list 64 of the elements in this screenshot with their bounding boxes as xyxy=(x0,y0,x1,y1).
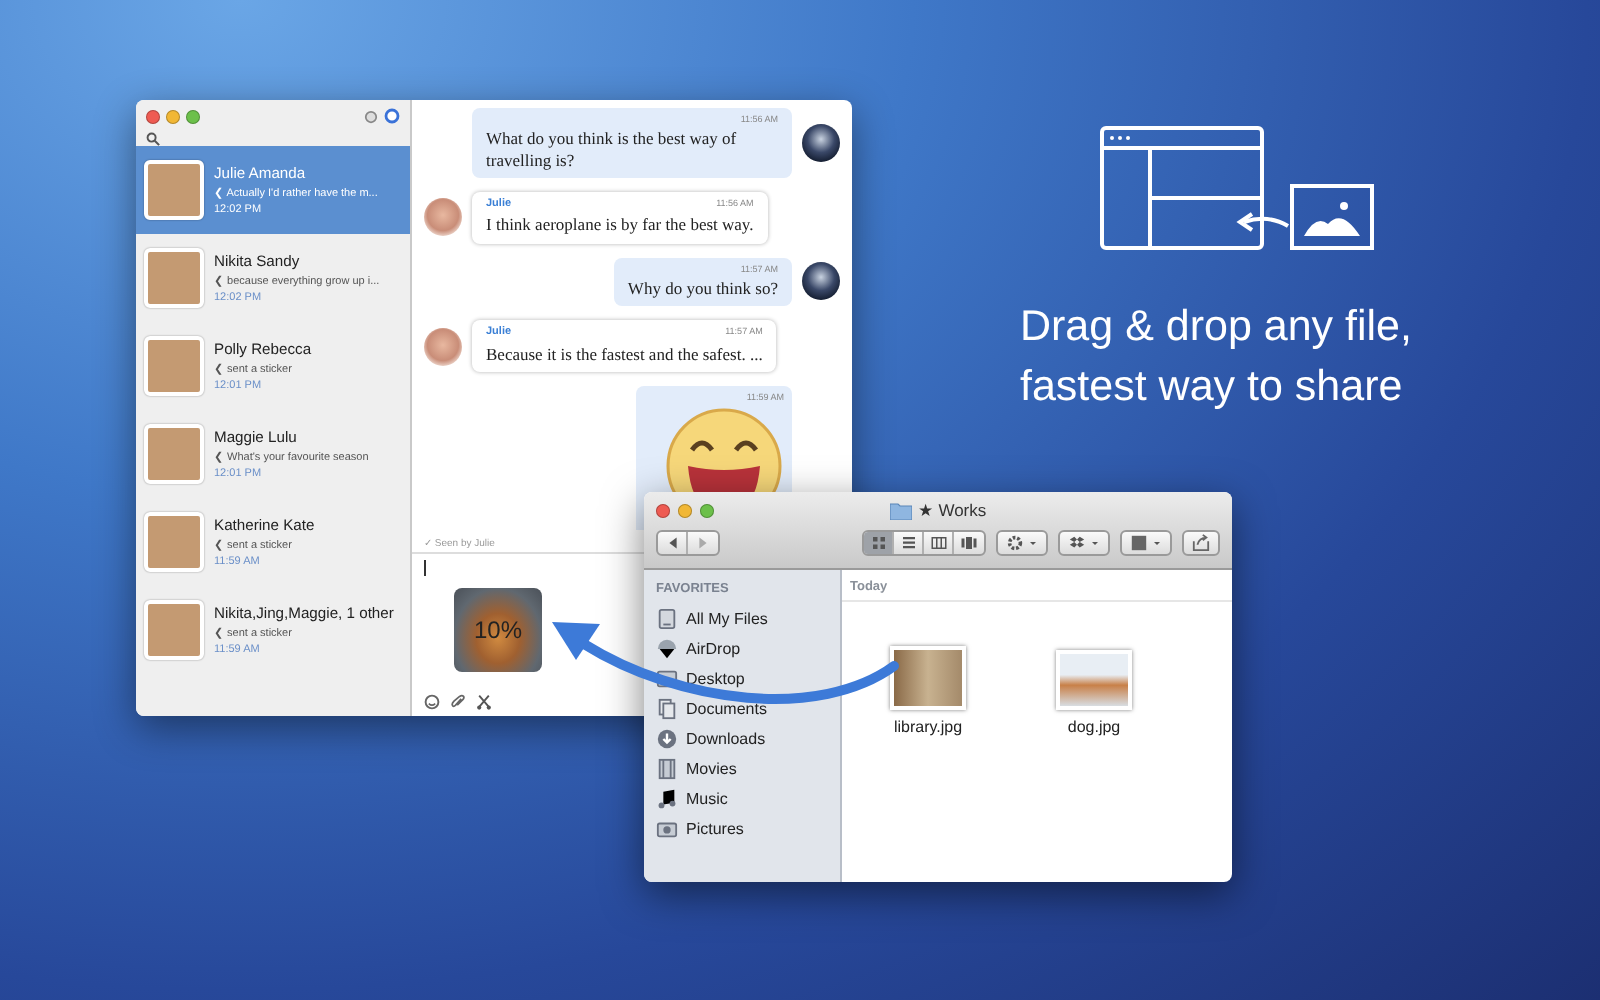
folder-icon xyxy=(889,501,912,519)
file-name[interactable]: library.jpg xyxy=(893,718,963,736)
grid-icon xyxy=(869,534,887,552)
icon-view-button[interactable] xyxy=(864,532,894,554)
text-cursor xyxy=(424,560,426,576)
message-text: I think aeroplane is by far the best way. xyxy=(486,214,754,235)
tagline-text: Drag & drop any file, xyxy=(1020,300,1412,354)
sidebar-item[interactable]: Documents xyxy=(686,699,767,717)
list-icon xyxy=(899,534,917,552)
avatar xyxy=(802,123,840,162)
smiley-icon[interactable] xyxy=(424,694,440,710)
settings-icon[interactable] xyxy=(364,109,378,123)
tagline-text: fastest way to share xyxy=(1020,360,1405,415)
arrange-menu-button[interactable] xyxy=(1120,530,1172,556)
photo-placeholder[interactable] xyxy=(1056,650,1132,710)
sidebar-item[interactable]: Movies xyxy=(686,759,737,777)
sidebar-item[interactable]: All My Files xyxy=(686,609,768,627)
parachute-icon xyxy=(656,637,678,659)
scissors-icon[interactable] xyxy=(476,694,492,710)
zoom-button[interactable] xyxy=(186,109,200,123)
photo-placeholder xyxy=(144,160,204,220)
right-triangle-icon xyxy=(694,534,712,552)
open-box-icon xyxy=(1068,534,1086,552)
window-title: ★ Works xyxy=(917,500,987,520)
square-icon xyxy=(1130,534,1148,552)
photo-placeholder[interactable] xyxy=(890,646,966,710)
dropbox-menu-button[interactable] xyxy=(1058,530,1110,556)
camera-icon xyxy=(656,817,678,839)
action-menu-button[interactable] xyxy=(996,530,1048,556)
minimize-button[interactable] xyxy=(166,109,180,123)
status-ring-icon[interactable] xyxy=(384,108,400,124)
gear-icon xyxy=(1006,534,1024,552)
cover-flow-icon xyxy=(960,534,978,552)
photo-placeholder xyxy=(144,600,204,660)
close-button[interactable] xyxy=(146,109,160,123)
file-cabinet-icon xyxy=(656,607,678,629)
download-icon xyxy=(656,727,678,749)
film-strip-icon xyxy=(656,757,678,779)
message-text: Why do you think so? xyxy=(627,277,778,298)
photo-placeholder xyxy=(144,424,204,484)
photo-placeholder xyxy=(144,512,204,572)
sidebar-item[interactable]: Music xyxy=(686,789,728,807)
share-icon xyxy=(1192,534,1210,552)
message-text: Because it is the fastest and the safest. ... xyxy=(486,343,763,364)
sidebar-item[interactable]: Downloads xyxy=(686,729,766,747)
file-name[interactable]: dog.jpg xyxy=(1067,718,1121,736)
columns-icon xyxy=(929,534,947,552)
avatar xyxy=(424,198,462,237)
search-icon[interactable] xyxy=(146,132,160,146)
paperclip-icon[interactable] xyxy=(450,694,466,710)
music-note-icon xyxy=(656,787,678,809)
sidebar-item[interactable]: Pictures xyxy=(686,819,744,837)
message-text: What do you think is the best way of travelling is? xyxy=(486,128,737,170)
photo-placeholder xyxy=(144,248,204,308)
percent-label: 10% xyxy=(473,616,523,644)
close-button[interactable] xyxy=(656,503,670,517)
sidebar-item[interactable]: Desktop xyxy=(686,669,745,687)
avatar xyxy=(424,327,462,366)
sidebar-item[interactable]: AirDrop xyxy=(686,639,741,657)
documents-icon xyxy=(656,697,678,719)
photo-placeholder xyxy=(144,336,204,396)
zoom-button[interactable] xyxy=(700,503,714,517)
avatar xyxy=(802,262,840,301)
share-button[interactable] xyxy=(1182,530,1220,556)
